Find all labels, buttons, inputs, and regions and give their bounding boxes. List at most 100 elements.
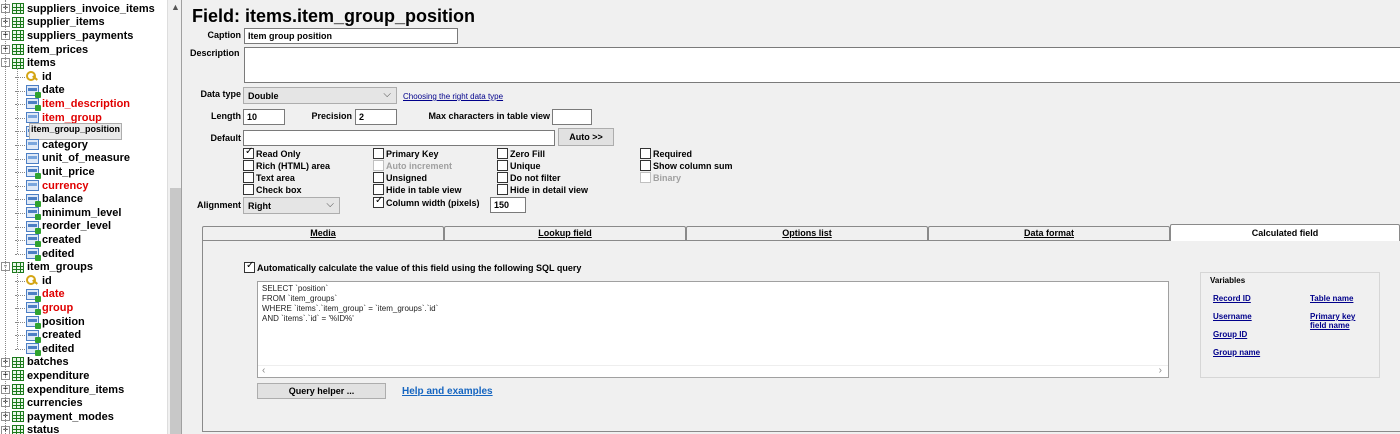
text-area-box[interactable] <box>243 172 254 183</box>
do-not-filter-checkbox[interactable]: Do not filter <box>497 172 561 183</box>
tree-field-item[interactable]: balance <box>15 192 83 207</box>
tree-field-item[interactable]: edited <box>15 342 74 357</box>
primary-key-box[interactable] <box>373 148 384 159</box>
tab-calculated[interactable]: Calculated field <box>1170 224 1400 241</box>
tree-scrollbar[interactable]: ▲ <box>167 0 181 434</box>
scroll-left-icon[interactable]: ‹ <box>262 366 265 376</box>
hide-detail-checkbox[interactable]: Hide in detail view <box>497 184 588 195</box>
sql-hscrollbar[interactable]: ‹ › <box>258 365 1168 377</box>
check-box-box[interactable] <box>243 184 254 195</box>
tree-table-item[interactable]: + supplier_items <box>1 16 105 30</box>
rich-html-checkbox[interactable]: Rich (HTML) area <box>243 160 330 171</box>
tree-table-item[interactable]: + currencies <box>1 396 83 410</box>
tree-field-item[interactable]: position <box>15 315 85 330</box>
read-only-checkbox[interactable]: Read Only <box>243 146 301 159</box>
text-area-checkbox[interactable]: Text area <box>243 172 295 183</box>
show-sum-box[interactable] <box>640 160 651 171</box>
tree-table-item[interactable]: + expenditure_items <box>1 383 124 397</box>
column-width-box[interactable] <box>373 195 384 208</box>
length-input[interactable]: 10 <box>243 109 285 125</box>
tree-item-label: minimum_level <box>42 206 122 219</box>
var-primary-key-field[interactable]: Primary key field name <box>1310 312 1370 330</box>
tree-table-item[interactable]: + suppliers_payments <box>1 29 133 43</box>
tab-media[interactable]: Media <box>202 226 444 240</box>
tree-field-item[interactable]: group <box>15 301 73 316</box>
field-icon <box>26 152 39 164</box>
column-width-input[interactable]: 150 <box>490 197 526 213</box>
tree-table-item[interactable]: + suppliers_invoice_items <box>1 2 155 16</box>
check-box-checkbox[interactable]: Check box <box>243 184 302 195</box>
tree-item-label: category <box>42 138 88 151</box>
hide-detail-box[interactable] <box>497 184 508 195</box>
tab-lookup[interactable]: Lookup field <box>444 226 686 240</box>
rich-html-box[interactable] <box>243 160 254 171</box>
tree-field-item[interactable]: unit_price <box>15 165 95 180</box>
tree-table-item[interactable]: - item_groups <box>1 260 93 274</box>
scroll-up-icon[interactable]: ▲ <box>171 2 180 12</box>
required-checkbox[interactable]: Required <box>640 148 692 159</box>
tree-field-item[interactable]: date <box>15 288 65 302</box>
default-input[interactable] <box>243 130 555 146</box>
datatype-select[interactable]: Double ⌵ <box>243 87 397 104</box>
tree-table-item[interactable]: + batches <box>1 356 69 370</box>
tree-item-label: suppliers_invoice_items <box>27 2 155 15</box>
tree-field-item[interactable]: category <box>15 138 88 152</box>
query-helper-button[interactable]: Query helper ... <box>257 383 386 399</box>
table-icon <box>12 16 24 28</box>
tree-field-item[interactable]: currency <box>15 179 88 193</box>
read-only-box[interactable] <box>243 146 254 159</box>
description-input[interactable] <box>244 47 1400 83</box>
tree-field-item[interactable]: minimum_level <box>15 206 122 221</box>
tab-data-format[interactable]: Data format <box>928 226 1170 240</box>
tree-table-item[interactable]: + expenditure <box>1 369 89 383</box>
tree-field-item[interactable]: edited <box>15 247 74 262</box>
column-width-checkbox[interactable]: Column width (pixels) <box>373 195 480 208</box>
maxchars-input[interactable] <box>552 109 592 125</box>
zero-fill-box[interactable] <box>497 148 508 159</box>
tree-table-item[interactable]: - items <box>1 56 56 70</box>
tree-field-item[interactable]: item_description <box>15 97 130 112</box>
var-record-id[interactable]: Record ID <box>1213 294 1251 303</box>
unsigned-box[interactable] <box>373 172 384 183</box>
auto-calc-box[interactable] <box>244 260 255 273</box>
tree-field-item[interactable]: id <box>15 70 52 84</box>
project-tree[interactable]: + suppliers_invoice_items + supplier_items +… <box>0 0 182 434</box>
tree-field-item[interactable]: id <box>15 274 52 288</box>
required-box[interactable] <box>640 148 651 159</box>
hide-table-box[interactable] <box>373 184 384 195</box>
datatype-help-link[interactable]: Choosing the right data type <box>403 92 503 101</box>
tree-field-item[interactable]: item_group_position <box>15 122 123 140</box>
tree-table-item[interactable]: + status <box>1 424 59 434</box>
precision-input[interactable]: 2 <box>355 109 397 125</box>
alignment-select[interactable]: Right ⌵ <box>243 197 340 214</box>
hide-table-checkbox[interactable]: Hide in table view <box>373 184 462 195</box>
primary-key-checkbox[interactable]: Primary Key <box>373 148 439 159</box>
tree-field-item[interactable]: date <box>15 84 65 98</box>
var-group-name[interactable]: Group name <box>1213 348 1260 357</box>
tree-field-item[interactable]: reorder_level <box>15 220 111 234</box>
unique-box[interactable] <box>497 160 508 171</box>
var-group-id[interactable]: Group ID <box>1213 330 1247 339</box>
var-username[interactable]: Username <box>1213 312 1252 321</box>
scroll-right-icon[interactable]: › <box>1159 366 1162 376</box>
tree-field-item[interactable]: unit_of_measure <box>15 152 130 166</box>
field-icon <box>26 193 41 207</box>
tab-options[interactable]: Options list <box>686 226 928 240</box>
var-table-name[interactable]: Table name <box>1310 294 1353 303</box>
tree-table-item[interactable]: + payment_modes <box>1 410 114 424</box>
unique-checkbox[interactable]: Unique <box>497 160 541 171</box>
tree-table-item[interactable]: + item_prices <box>1 43 88 57</box>
tree-field-item[interactable]: created <box>15 233 81 248</box>
tree-scroll-thumb[interactable] <box>170 188 181 434</box>
zero-fill-checkbox[interactable]: Zero Fill <box>497 148 545 159</box>
sql-query-editor[interactable]: SELECT `position` FROM `item_groups` WHE… <box>257 281 1169 378</box>
field-icon <box>26 329 41 343</box>
caption-input[interactable]: Item group position <box>244 28 458 44</box>
auto-calc-checkbox[interactable]: Automatically calculate the value of thi… <box>244 260 581 273</box>
do-not-filter-box[interactable] <box>497 172 508 183</box>
unsigned-checkbox[interactable]: Unsigned <box>373 172 427 183</box>
help-examples-link[interactable]: Help and examples <box>402 386 493 397</box>
tree-field-item[interactable]: created <box>15 328 81 343</box>
auto-button[interactable]: Auto >> <box>558 128 614 146</box>
show-sum-checkbox[interactable]: Show column sum <box>640 160 733 171</box>
